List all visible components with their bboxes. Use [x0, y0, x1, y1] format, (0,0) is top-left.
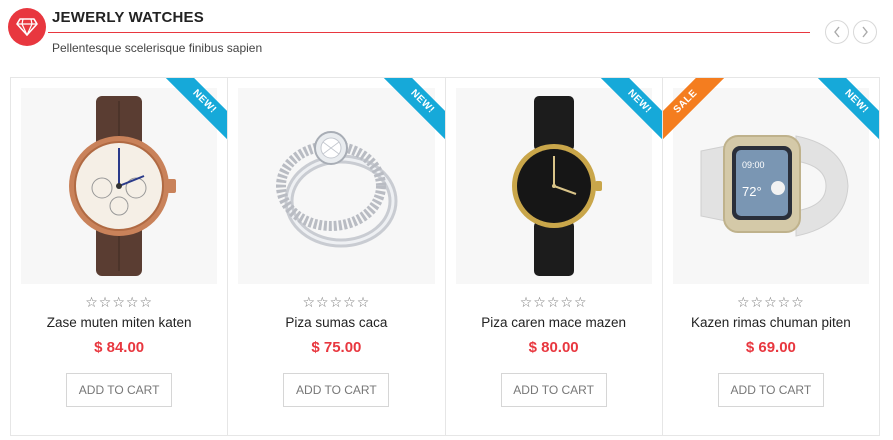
product-card: 09:00 72° SALE NEW! ☆☆☆☆☆ Kazen rimas ch…: [662, 78, 879, 435]
add-to-cart-button[interactable]: ADD TO CART: [500, 373, 607, 407]
svg-text:09:00: 09:00: [742, 160, 765, 170]
product-name[interactable]: Piza sumas caca: [228, 315, 444, 330]
chevron-left-icon: [834, 26, 840, 38]
sale-ribbon: SALE: [662, 78, 729, 145]
carousel-prev-button[interactable]: [825, 20, 849, 44]
ribbon-container: NEW!: [592, 78, 662, 148]
section-title: JEWERLY WATCHES: [52, 9, 204, 26]
rating-stars: ☆☆☆☆☆: [736, 294, 805, 310]
product-price: $ 84.00: [94, 339, 145, 356]
add-to-cart-button[interactable]: ADD TO CART: [717, 373, 824, 407]
diamond-icon: [16, 18, 38, 36]
rating-stars: ☆☆☆☆☆: [85, 294, 153, 310]
ribbon-container: SALE: [662, 78, 733, 148]
add-to-cart-button[interactable]: ADD TO CART: [66, 373, 173, 407]
product-name[interactable]: Kazen rimas chuman piten: [663, 315, 879, 330]
new-ribbon: NEW!: [379, 78, 445, 145]
product-card: NEW! ☆☆☆☆☆ Zase muten miten katen $ 84.0…: [11, 78, 229, 435]
title-divider: [48, 32, 810, 33]
rating-stars: ☆☆☆☆☆: [302, 294, 371, 310]
section-subtitle: Pellentesque scelerisque finibus sapien: [52, 41, 263, 55]
product-name[interactable]: Piza caren mace mazen: [446, 315, 662, 330]
new-ribbon: NEW!: [161, 78, 228, 145]
product-card: NEW! ☆☆☆☆☆ Piza sumas caca $ 75.00 ADD T…: [228, 78, 446, 435]
new-ribbon: NEW!: [813, 78, 879, 145]
ribbon-container: NEW!: [809, 78, 879, 148]
carousel-next-button[interactable]: [853, 20, 877, 44]
product-grid: NEW! ☆☆☆☆☆ Zase muten miten katen $ 84.0…: [10, 77, 880, 436]
chevron-right-icon: [862, 26, 868, 38]
product-name[interactable]: Zase muten miten katen: [11, 315, 227, 330]
product-price: $ 75.00: [311, 339, 362, 356]
section-header: JEWERLY WATCHES Pellentesque scelerisque…: [0, 0, 893, 70]
new-ribbon: NEW!: [596, 78, 662, 145]
ribbon-container: NEW!: [375, 78, 445, 148]
section-badge: [8, 8, 46, 46]
svg-text:72°: 72°: [742, 184, 762, 199]
rating-stars: ☆☆☆☆☆: [519, 294, 588, 310]
product-price: $ 80.00: [528, 339, 579, 356]
product-card: NEW! ☆☆☆☆☆ Piza caren mace mazen $ 80.00…: [446, 78, 663, 435]
product-price: $ 69.00: [745, 339, 796, 356]
add-to-cart-button[interactable]: ADD TO CART: [283, 373, 390, 407]
ribbon-container: NEW!: [157, 78, 228, 148]
